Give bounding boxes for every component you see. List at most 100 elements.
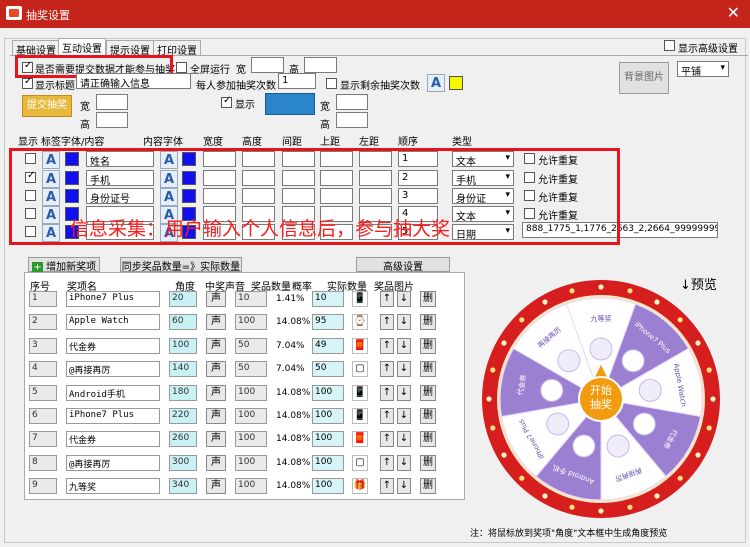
prize-actual-input[interactable]: 10 <box>312 291 344 307</box>
submit-width-input[interactable] <box>96 94 128 110</box>
move-up-icon[interactable]: ↑ <box>380 454 394 471</box>
submit-height-input[interactable] <box>96 112 128 128</box>
move-down-icon[interactable]: ↓ <box>397 408 411 424</box>
tile-select[interactable]: 平铺 <box>677 61 729 78</box>
move-down-icon[interactable]: ↓ <box>397 431 411 448</box>
prize-name-input[interactable]: iPhone7 Plus <box>66 291 160 307</box>
prize-actual-input[interactable]: 100 <box>312 408 344 424</box>
remaining-color-swatch[interactable] <box>449 76 463 90</box>
prize-image-thumb[interactable]: ▢ <box>352 361 368 378</box>
prize-name-input[interactable]: 代金券 <box>66 431 160 448</box>
add-prize-button[interactable]: + 增加新奖项 <box>28 257 100 273</box>
prize-qty-input[interactable]: 50 <box>235 337 267 354</box>
move-up-icon[interactable]: ↑ <box>380 337 394 354</box>
prize-actual-input[interactable]: 100 <box>312 454 344 471</box>
prize-name-input[interactable]: 九等奖 <box>66 478 160 495</box>
sound-button[interactable]: 声 <box>206 478 226 495</box>
sound-button[interactable]: 声 <box>206 454 226 471</box>
sound-button[interactable]: 声 <box>206 361 226 378</box>
move-up-icon[interactable]: ↑ <box>380 314 394 331</box>
bg-image-button[interactable]: 背景图片 <box>619 62 669 94</box>
tab-basic[interactable]: 基础设置 <box>12 40 60 57</box>
prize-image-thumb[interactable]: 📱 <box>352 384 368 401</box>
move-down-icon[interactable]: ↓ <box>397 478 411 495</box>
prize-image-thumb[interactable]: ⌚ <box>352 314 368 331</box>
tab-interact[interactable]: 互动设置 <box>58 38 106 55</box>
submit-button-preview[interactable]: 提交抽奖 <box>22 95 72 117</box>
sound-button[interactable]: 声 <box>206 337 226 354</box>
sync-button[interactable]: 同步奖品数量=》实际数量 <box>120 257 242 273</box>
prize-name-input[interactable]: Android手机 <box>66 384 160 401</box>
sound-button[interactable]: 声 <box>206 291 226 307</box>
move-up-icon[interactable]: ↑ <box>380 408 394 424</box>
tab-print[interactable]: 打印设置 <box>153 40 201 57</box>
move-down-icon[interactable]: ↓ <box>397 361 411 378</box>
prize-actual-input[interactable]: 95 <box>312 314 344 331</box>
prize-name-input[interactable]: iPhone7 Plus <box>66 408 160 424</box>
prize-name-input[interactable]: 代金券 <box>66 337 160 354</box>
prize-name-input[interactable]: @再接再厉 <box>66 454 160 471</box>
prize-angle-input[interactable]: 260 <box>169 431 197 448</box>
fullscreen-width-input[interactable] <box>251 57 284 73</box>
prize-image-thumb[interactable]: 📱 <box>352 408 368 424</box>
delete-button[interactable]: 删 <box>420 384 436 401</box>
sound-button[interactable]: 声 <box>206 384 226 401</box>
close-icon[interactable]: ✕ <box>727 3 740 22</box>
move-down-icon[interactable]: ↓ <box>397 314 411 331</box>
show-title-checkbox[interactable] <box>22 76 33 89</box>
prize-angle-input[interactable]: 180 <box>169 384 197 401</box>
show-advanced-checkbox[interactable] <box>664 40 675 51</box>
show-checkbox[interactable] <box>221 95 232 108</box>
move-up-icon[interactable]: ↑ <box>380 384 394 401</box>
prize-qty-input[interactable]: 10 <box>235 291 267 307</box>
move-down-icon[interactable]: ↓ <box>397 291 411 307</box>
image-height-input[interactable] <box>336 112 368 128</box>
move-up-icon[interactable]: ↑ <box>380 478 394 495</box>
image-width-input[interactable] <box>336 94 368 110</box>
delete-button[interactable]: 删 <box>420 361 436 378</box>
prize-angle-input[interactable]: 340 <box>169 478 197 495</box>
prize-angle-input[interactable]: 60 <box>169 314 197 331</box>
remaining-font-button[interactable]: A <box>427 74 445 92</box>
delete-button[interactable]: 删 <box>420 291 436 307</box>
prize-image-thumb[interactable]: 🎁 <box>352 478 368 495</box>
prize-qty-input[interactable]: 100 <box>235 408 267 424</box>
prize-actual-input[interactable]: 100 <box>312 478 344 495</box>
delete-button[interactable]: 删 <box>420 408 436 424</box>
move-up-icon[interactable]: ↑ <box>380 431 394 448</box>
prize-qty-input[interactable]: 100 <box>235 384 267 401</box>
per-person-input[interactable]: 1 <box>278 73 316 89</box>
tab-prompt[interactable]: 提示设置 <box>106 40 154 57</box>
delete-button[interactable]: 删 <box>420 454 436 471</box>
move-down-icon[interactable]: ↓ <box>397 384 411 401</box>
sound-button[interactable]: 声 <box>206 408 226 424</box>
prize-actual-input[interactable]: 100 <box>312 384 344 401</box>
prize-actual-input[interactable]: 50 <box>312 361 344 378</box>
title-input[interactable]: 请正确输入信息 <box>76 73 191 89</box>
delete-button[interactable]: 删 <box>420 431 436 448</box>
delete-button[interactable]: 删 <box>420 337 436 354</box>
advanced-button[interactable]: 高级设置 <box>356 257 450 273</box>
move-down-icon[interactable]: ↓ <box>397 454 411 471</box>
prize-angle-input[interactable]: 140 <box>169 361 197 378</box>
prize-angle-input[interactable]: 100 <box>169 337 197 354</box>
prize-qty-input[interactable]: 100 <box>235 454 267 471</box>
prize-name-input[interactable]: @再接再厉 <box>66 361 160 378</box>
fullscreen-height-input[interactable] <box>304 57 337 73</box>
prize-image-thumb[interactable]: ▢ <box>352 454 368 471</box>
show-remaining-checkbox[interactable] <box>326 78 337 89</box>
sound-button[interactable]: 声 <box>206 431 226 448</box>
fullscreen-checkbox[interactable] <box>176 62 187 73</box>
move-up-icon[interactable]: ↑ <box>380 291 394 307</box>
prize-qty-input[interactable]: 50 <box>235 361 267 378</box>
prize-image-thumb[interactable]: 📱 <box>352 291 368 307</box>
prize-angle-input[interactable]: 20 <box>169 291 197 307</box>
prize-actual-input[interactable]: 49 <box>312 337 344 354</box>
prize-angle-input[interactable]: 220 <box>169 408 197 424</box>
delete-button[interactable]: 删 <box>420 314 436 331</box>
button-image-preview[interactable] <box>265 93 315 115</box>
prize-actual-input[interactable]: 100 <box>312 431 344 448</box>
prize-qty-input[interactable]: 100 <box>235 431 267 448</box>
sound-button[interactable]: 声 <box>206 314 226 331</box>
prize-qty-input[interactable]: 100 <box>235 478 267 495</box>
